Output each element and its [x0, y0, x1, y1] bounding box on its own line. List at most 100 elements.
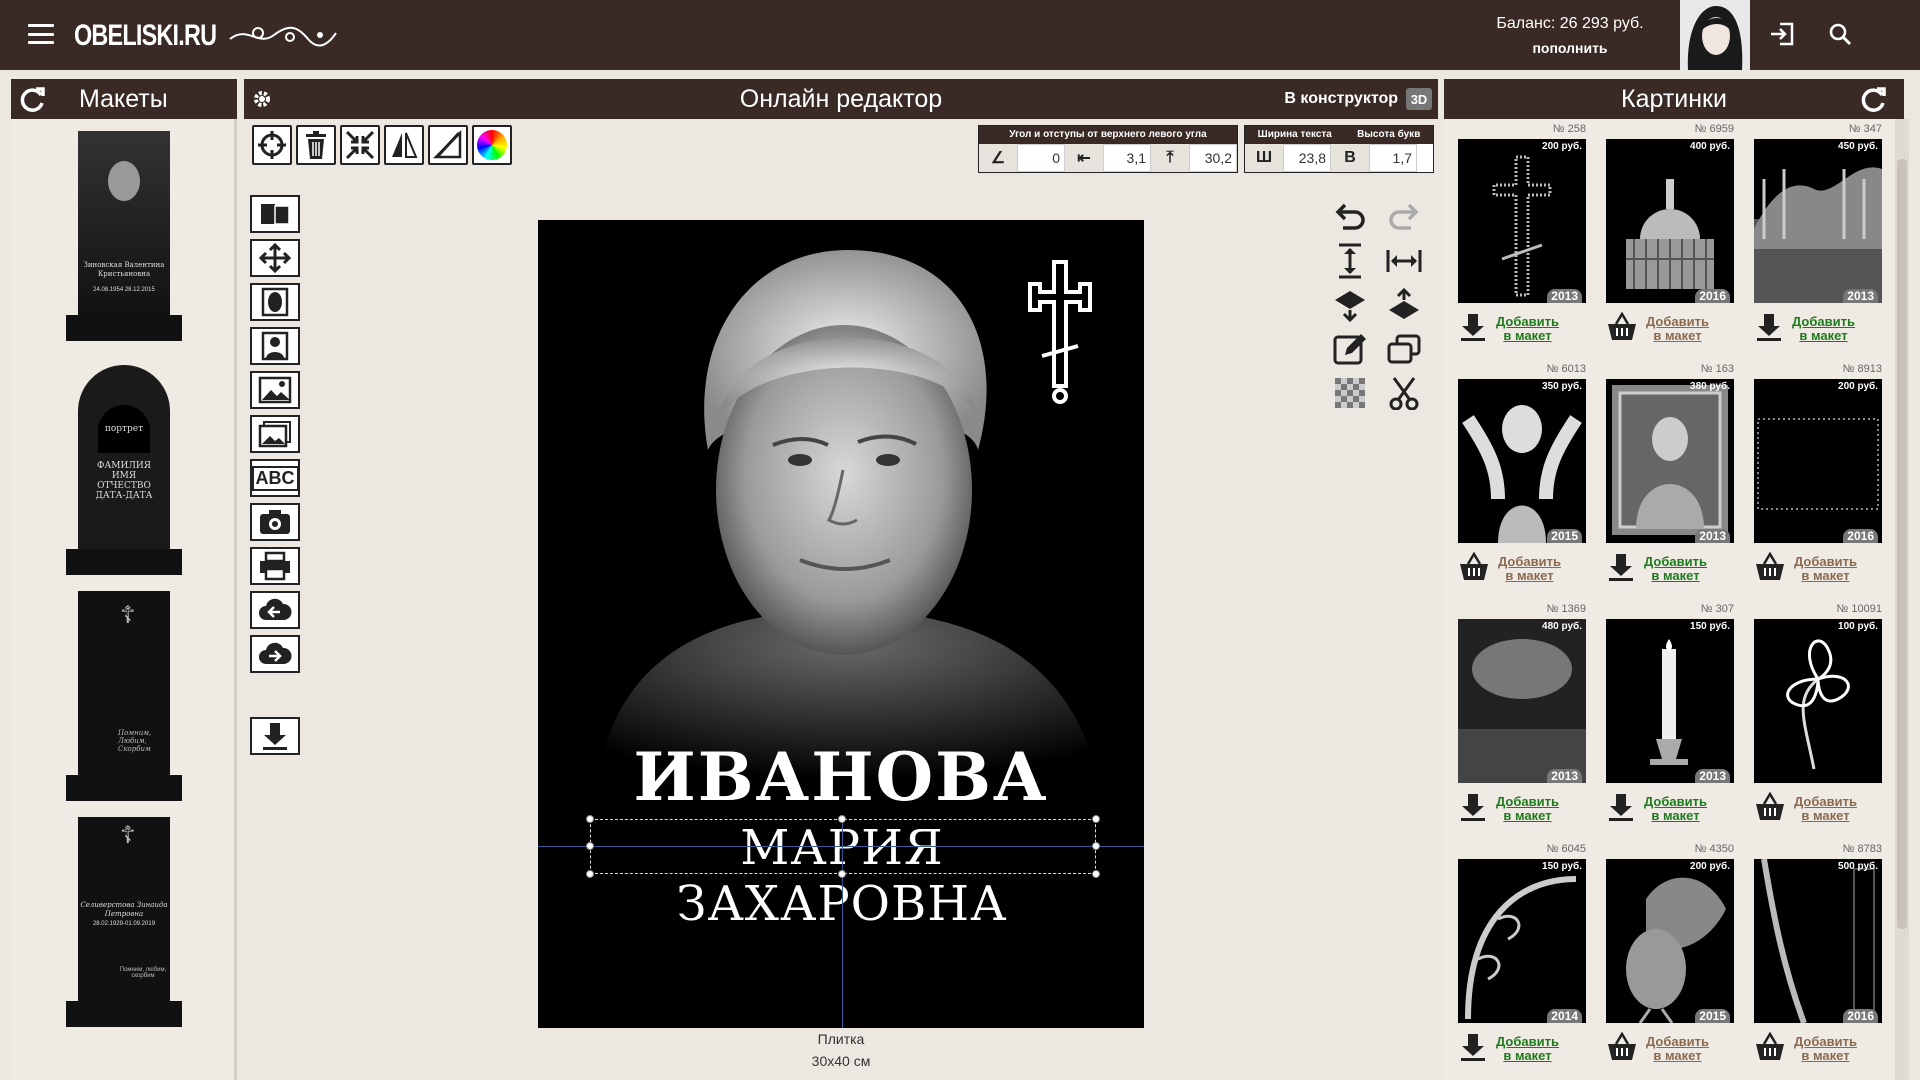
image-card[interactable]: № 258 200 руб. 2013 Добавить в макет	[1444, 119, 1592, 354]
letter-height-field[interactable]	[1369, 144, 1417, 172]
images-scrollbar[interactable]	[1895, 119, 1909, 1080]
download-icon[interactable]	[1458, 1032, 1488, 1067]
add-to-layout-link[interactable]: Добавить в макет	[1644, 795, 1707, 823]
add-to-layout-link[interactable]: Добавить в макет	[1794, 555, 1857, 583]
surname-text[interactable]: ИВАНОВА	[538, 738, 1144, 816]
cart-icon[interactable]	[1754, 551, 1786, 587]
download-icon[interactable]	[1606, 552, 1636, 587]
delete-button[interactable]	[296, 125, 336, 165]
image-card[interactable]: № 6045 150 руб. 2014 Добавить в макет	[1444, 839, 1592, 1074]
center-target-button[interactable]	[252, 125, 292, 165]
move-button[interactable]	[250, 239, 300, 277]
image-card[interactable]: № 8913 200 руб. 2016 Добавить в макет	[1740, 359, 1888, 594]
redo-button[interactable]	[1382, 197, 1426, 237]
image-card[interactable]: № 6013 350 руб. 2015 Добавить в макет	[1444, 359, 1592, 594]
refresh-icon[interactable]	[17, 85, 47, 115]
login-icon[interactable]	[1768, 20, 1796, 53]
image-thumbnail[interactable]: 350 руб. 2015	[1458, 379, 1586, 543]
resize-handle[interactable]	[838, 870, 846, 878]
angle-field[interactable]	[1017, 144, 1065, 172]
photo-button[interactable]	[250, 503, 300, 541]
left-offset-field[interactable]	[1103, 144, 1151, 172]
layout-item[interactable]: Зиновская Валентина Кристьяновна 24.08.1…	[66, 131, 182, 341]
resize-handle[interactable]	[1092, 842, 1100, 850]
image-card[interactable]: № 347 450 руб. 2013 Добавить в макет	[1740, 119, 1888, 354]
cloud-load-button[interactable]	[250, 591, 300, 629]
cart-icon[interactable]	[1606, 1031, 1638, 1067]
transparency-button[interactable]	[1328, 373, 1372, 413]
undo-button[interactable]	[1328, 197, 1372, 237]
image-thumbnail[interactable]: 100 руб.	[1754, 619, 1882, 783]
text-width-field[interactable]	[1283, 144, 1331, 172]
cloud-save-button[interactable]	[250, 635, 300, 673]
add-to-layout-link[interactable]: Добавить в макет	[1794, 795, 1857, 823]
image-thumbnail[interactable]: 150 руб. 2013	[1606, 619, 1734, 783]
image-card[interactable]: № 8783 500 руб. 2016 Добавить в макет	[1740, 839, 1888, 1074]
menu-icon[interactable]	[28, 24, 54, 44]
refill-link[interactable]: пополнить	[1480, 36, 1660, 60]
image-card[interactable]: № 307 150 руб. 2013 Добавить в макет	[1592, 599, 1740, 834]
memorial-canvas[interactable]: ИВАНОВА МАРИЯ ЗАХАРОВНА	[538, 220, 1144, 1028]
image-thumbnail[interactable]: 380 руб. 2013	[1606, 379, 1734, 543]
3d-badge[interactable]: 3D	[1406, 88, 1432, 110]
add-to-layout-link[interactable]: Добавить в макет	[1496, 315, 1559, 343]
gear-icon[interactable]	[250, 87, 274, 111]
slant-button[interactable]	[428, 125, 468, 165]
image-card[interactable]: № 1369 480 руб. 2013 Добавить в макет	[1444, 599, 1592, 834]
add-to-layout-link[interactable]: Добавить в макет	[1794, 1035, 1857, 1063]
orthodox-cross-icon[interactable]	[1012, 256, 1108, 406]
scroll-thumb[interactable]	[1897, 159, 1907, 929]
add-to-layout-link[interactable]: Добавить в макет	[1792, 315, 1855, 343]
avatar[interactable]	[1680, 0, 1750, 70]
resize-handle[interactable]	[1092, 870, 1100, 878]
layer-up-button[interactable]	[1382, 285, 1426, 325]
image-thumbnail[interactable]: 200 руб. 2016	[1754, 379, 1882, 543]
portrait-button[interactable]	[250, 327, 300, 365]
image-card[interactable]: № 10091 100 руб. Добавить в макет	[1740, 599, 1888, 834]
image-thumbnail[interactable]: 400 руб. 2016	[1606, 139, 1734, 303]
download-icon[interactable]	[1754, 312, 1784, 347]
mirror-button[interactable]	[384, 125, 424, 165]
download-icon[interactable]	[1606, 792, 1636, 827]
top-offset-field[interactable]	[1189, 144, 1237, 172]
resize-handle[interactable]	[838, 815, 846, 823]
color-button[interactable]	[472, 125, 512, 165]
image-thumbnail[interactable]: 150 руб. 2014	[1458, 859, 1586, 1023]
print-button[interactable]	[250, 547, 300, 585]
image-card[interactable]: № 4350 200 руб. 2015 Добавить в макет	[1592, 839, 1740, 1074]
image-card[interactable]: № 163 380 руб. 2013 Добавить в макет	[1592, 359, 1740, 594]
add-to-layout-link[interactable]: Добавить в макет	[1646, 315, 1709, 343]
download-button[interactable]	[250, 717, 300, 755]
add-to-layout-link[interactable]: Добавить в макет	[1496, 795, 1559, 823]
layout-item[interactable]: портрет ФАМИЛИЯ ИМЯ ОТЧЕСТВО ДАТА-ДАТА	[66, 365, 182, 575]
crop-button[interactable]	[1382, 373, 1426, 413]
cart-icon[interactable]	[1606, 311, 1638, 347]
image-thumbnail[interactable]: 480 руб. 2013	[1458, 619, 1586, 783]
search-icon[interactable]	[1828, 22, 1852, 51]
cart-icon[interactable]	[1458, 551, 1490, 587]
resize-handle[interactable]	[586, 870, 594, 878]
resize-handle[interactable]	[586, 842, 594, 850]
resize-handle[interactable]	[586, 815, 594, 823]
oval-frame-button[interactable]	[250, 283, 300, 321]
fit-button[interactable]	[340, 125, 380, 165]
layer-down-button[interactable]	[1328, 285, 1372, 325]
duplicate-button[interactable]	[1382, 329, 1426, 369]
download-icon[interactable]	[1458, 312, 1488, 347]
constructor-link[interactable]: В конструктор	[1284, 90, 1398, 108]
image-button[interactable]	[250, 371, 300, 409]
stretch-vertical-button[interactable]	[1328, 241, 1372, 281]
download-icon[interactable]	[1458, 792, 1488, 827]
stretch-horizontal-button[interactable]	[1382, 241, 1426, 281]
layout-item[interactable]: ☦ Помним, Любим, Скорбим	[66, 591, 182, 801]
layout-item[interactable]: ☦ Селиверстова Зинаида Петровна 28.02.19…	[66, 817, 182, 1027]
add-to-layout-link[interactable]: Добавить в макет	[1644, 555, 1707, 583]
cart-icon[interactable]	[1754, 791, 1786, 827]
edit-button[interactable]	[1328, 329, 1372, 369]
image-thumbnail[interactable]: 500 руб. 2016	[1754, 859, 1882, 1023]
image-card[interactable]: № 6959 400 руб. 2016 Добавить в макет	[1592, 119, 1740, 354]
text-button[interactable]: ABC	[250, 459, 300, 497]
image-thumbnail[interactable]: 200 руб. 2015	[1606, 859, 1734, 1023]
background-button[interactable]	[250, 415, 300, 453]
cart-icon[interactable]	[1754, 1031, 1786, 1067]
